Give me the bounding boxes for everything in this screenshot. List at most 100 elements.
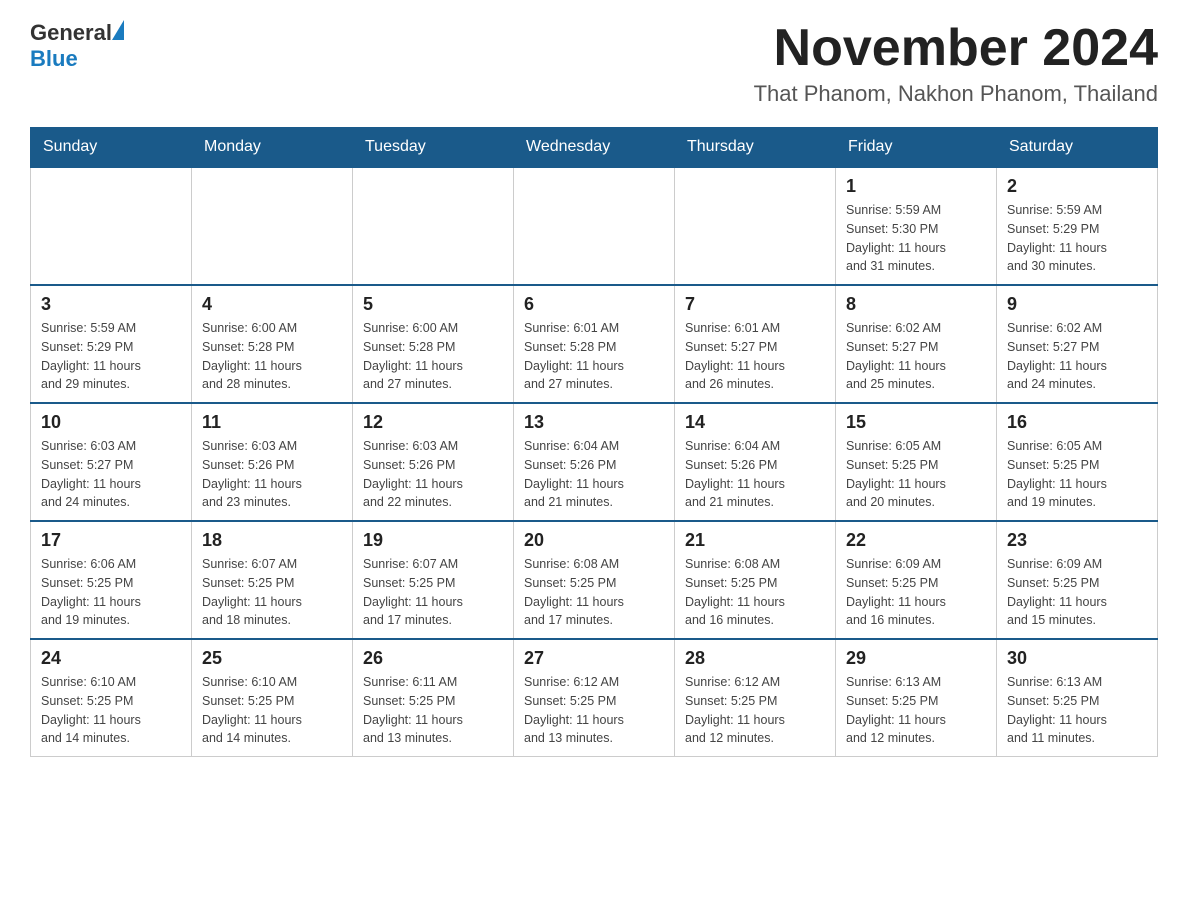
calendar-cell: 14 Sunrise: 6:04 AM Sunset: 5:26 PM Dayli… — [675, 403, 836, 521]
day-info: Sunrise: 6:08 AM Sunset: 5:25 PM Dayligh… — [685, 555, 825, 630]
day-info: Sunrise: 6:07 AM Sunset: 5:25 PM Dayligh… — [202, 555, 342, 630]
day-info: Sunrise: 6:12 AM Sunset: 5:25 PM Dayligh… — [685, 673, 825, 748]
calendar-cell — [675, 167, 836, 285]
day-info: Sunrise: 6:03 AM Sunset: 5:26 PM Dayligh… — [363, 437, 503, 512]
day-number: 10 — [41, 412, 181, 433]
day-info: Sunrise: 6:08 AM Sunset: 5:25 PM Dayligh… — [524, 555, 664, 630]
day-number: 7 — [685, 294, 825, 315]
calendar-cell: 1 Sunrise: 5:59 AM Sunset: 5:30 PM Daylig… — [836, 167, 997, 285]
day-info: Sunrise: 6:12 AM Sunset: 5:25 PM Dayligh… — [524, 673, 664, 748]
day-info: Sunrise: 6:04 AM Sunset: 5:26 PM Dayligh… — [685, 437, 825, 512]
day-number: 13 — [524, 412, 664, 433]
calendar-cell: 10 Sunrise: 6:03 AM Sunset: 5:27 PM Dayli… — [31, 403, 192, 521]
day-number: 16 — [1007, 412, 1147, 433]
logo-general-text: General — [30, 20, 126, 46]
calendar-cell: 26Sunrise: 6:11 AM Sunset: 5:25 PM Dayli… — [353, 639, 514, 757]
calendar-cell: 28 Sunrise: 6:12 AM Sunset: 5:25 PM Dayli… — [675, 639, 836, 757]
day-number: 14 — [685, 412, 825, 433]
calendar-cell: 11Sunrise: 6:03 AM Sunset: 5:26 PM Dayli… — [192, 403, 353, 521]
week-row-1: 1 Sunrise: 5:59 AM Sunset: 5:30 PM Daylig… — [31, 167, 1158, 285]
calendar-cell: 23Sunrise: 6:09 AM Sunset: 5:25 PM Dayli… — [997, 521, 1158, 639]
calendar-cell: 16 Sunrise: 6:05 AM Sunset: 5:25 PM Dayli… — [997, 403, 1158, 521]
page-header: General Blue November 2024 That Phanom, … — [30, 20, 1158, 107]
day-info: Sunrise: 6:04 AM Sunset: 5:26 PM Dayligh… — [524, 437, 664, 512]
calendar-cell: 29 Sunrise: 6:13 AM Sunset: 5:25 PM Dayli… — [836, 639, 997, 757]
day-info: Sunrise: 6:13 AM Sunset: 5:25 PM Dayligh… — [846, 673, 986, 748]
day-number: 5 — [363, 294, 503, 315]
calendar-cell: 3 Sunrise: 5:59 AM Sunset: 5:29 PM Daylig… — [31, 285, 192, 403]
day-number: 4 — [202, 294, 342, 315]
day-number: 3 — [41, 294, 181, 315]
calendar-cell: 17 Sunrise: 6:06 AM Sunset: 5:25 PM Dayli… — [31, 521, 192, 639]
day-number: 25 — [202, 648, 342, 669]
day-number: 17 — [41, 530, 181, 551]
calendar-cell — [192, 167, 353, 285]
week-row-5: 24 Sunrise: 6:10 AM Sunset: 5:25 PM Dayli… — [31, 639, 1158, 757]
calendar-cell: 13 Sunrise: 6:04 AM Sunset: 5:26 PM Dayli… — [514, 403, 675, 521]
week-row-4: 17 Sunrise: 6:06 AM Sunset: 5:25 PM Dayli… — [31, 521, 1158, 639]
day-number: 8 — [846, 294, 986, 315]
day-number: 21 — [685, 530, 825, 551]
day-info: Sunrise: 6:07 AM Sunset: 5:25 PM Dayligh… — [363, 555, 503, 630]
day-number: 26 — [363, 648, 503, 669]
day-number: 28 — [685, 648, 825, 669]
day-info: Sunrise: 6:01 AM Sunset: 5:27 PM Dayligh… — [685, 319, 825, 394]
day-number: 18 — [202, 530, 342, 551]
day-info: Sunrise: 6:09 AM Sunset: 5:25 PM Dayligh… — [846, 555, 986, 630]
weekday-header-wednesday: Wednesday — [514, 128, 675, 168]
day-number: 29 — [846, 648, 986, 669]
logo-blue-text: Blue — [30, 46, 78, 72]
calendar-cell: 9 Sunrise: 6:02 AM Sunset: 5:27 PM Daylig… — [997, 285, 1158, 403]
day-info: Sunrise: 6:03 AM Sunset: 5:27 PM Dayligh… — [41, 437, 181, 512]
week-row-3: 10 Sunrise: 6:03 AM Sunset: 5:27 PM Dayli… — [31, 403, 1158, 521]
calendar-table: SundayMondayTuesdayWednesdayThursdayFrid… — [30, 127, 1158, 757]
calendar-cell: 18 Sunrise: 6:07 AM Sunset: 5:25 PM Dayli… — [192, 521, 353, 639]
day-info: Sunrise: 6:05 AM Sunset: 5:25 PM Dayligh… — [846, 437, 986, 512]
weekday-header-monday: Monday — [192, 128, 353, 168]
day-info: Sunrise: 6:01 AM Sunset: 5:28 PM Dayligh… — [524, 319, 664, 394]
day-number: 24 — [41, 648, 181, 669]
day-info: Sunrise: 5:59 AM Sunset: 5:29 PM Dayligh… — [41, 319, 181, 394]
calendar-cell: 30Sunrise: 6:13 AM Sunset: 5:25 PM Dayli… — [997, 639, 1158, 757]
calendar-cell: 5 Sunrise: 6:00 AM Sunset: 5:28 PM Daylig… — [353, 285, 514, 403]
day-info: Sunrise: 6:00 AM Sunset: 5:28 PM Dayligh… — [202, 319, 342, 394]
day-info: Sunrise: 6:10 AM Sunset: 5:25 PM Dayligh… — [41, 673, 181, 748]
calendar-cell: 19 Sunrise: 6:07 AM Sunset: 5:25 PM Dayli… — [353, 521, 514, 639]
calendar-cell: 15 Sunrise: 6:05 AM Sunset: 5:25 PM Dayli… — [836, 403, 997, 521]
calendar-cell: 7 Sunrise: 6:01 AM Sunset: 5:27 PM Daylig… — [675, 285, 836, 403]
weekday-header-row: SundayMondayTuesdayWednesdayThursdayFrid… — [31, 128, 1158, 168]
calendar-cell: 27 Sunrise: 6:12 AM Sunset: 5:25 PM Dayli… — [514, 639, 675, 757]
calendar-cell: 22 Sunrise: 6:09 AM Sunset: 5:25 PM Dayli… — [836, 521, 997, 639]
day-number: 15 — [846, 412, 986, 433]
day-number: 20 — [524, 530, 664, 551]
calendar-cell — [514, 167, 675, 285]
location-text: That Phanom, Nakhon Phanom, Thailand — [754, 81, 1158, 107]
weekday-header-saturday: Saturday — [997, 128, 1158, 168]
day-info: Sunrise: 6:05 AM Sunset: 5:25 PM Dayligh… — [1007, 437, 1147, 512]
day-info: Sunrise: 5:59 AM Sunset: 5:30 PM Dayligh… — [846, 201, 986, 276]
day-number: 23 — [1007, 530, 1147, 551]
day-number: 27 — [524, 648, 664, 669]
calendar-cell: 20 Sunrise: 6:08 AM Sunset: 5:25 PM Dayli… — [514, 521, 675, 639]
weekday-header-tuesday: Tuesday — [353, 128, 514, 168]
logo: General Blue — [30, 20, 126, 72]
calendar-cell: 24 Sunrise: 6:10 AM Sunset: 5:25 PM Dayli… — [31, 639, 192, 757]
weekday-header-sunday: Sunday — [31, 128, 192, 168]
day-number: 6 — [524, 294, 664, 315]
day-number: 1 — [846, 176, 986, 197]
month-title: November 2024 — [754, 20, 1158, 77]
day-info: Sunrise: 6:00 AM Sunset: 5:28 PM Dayligh… — [363, 319, 503, 394]
calendar-cell: 12 Sunrise: 6:03 AM Sunset: 5:26 PM Dayli… — [353, 403, 514, 521]
weekday-header-friday: Friday — [836, 128, 997, 168]
day-number: 22 — [846, 530, 986, 551]
day-number: 9 — [1007, 294, 1147, 315]
weekday-header-thursday: Thursday — [675, 128, 836, 168]
calendar-cell — [31, 167, 192, 285]
day-number: 30 — [1007, 648, 1147, 669]
calendar-cell: 4 Sunrise: 6:00 AM Sunset: 5:28 PM Daylig… — [192, 285, 353, 403]
day-number: 19 — [363, 530, 503, 551]
day-info: Sunrise: 6:10 AM Sunset: 5:25 PM Dayligh… — [202, 673, 342, 748]
day-info: Sunrise: 6:02 AM Sunset: 5:27 PM Dayligh… — [1007, 319, 1147, 394]
day-number: 12 — [363, 412, 503, 433]
day-info: Sunrise: 6:06 AM Sunset: 5:25 PM Dayligh… — [41, 555, 181, 630]
